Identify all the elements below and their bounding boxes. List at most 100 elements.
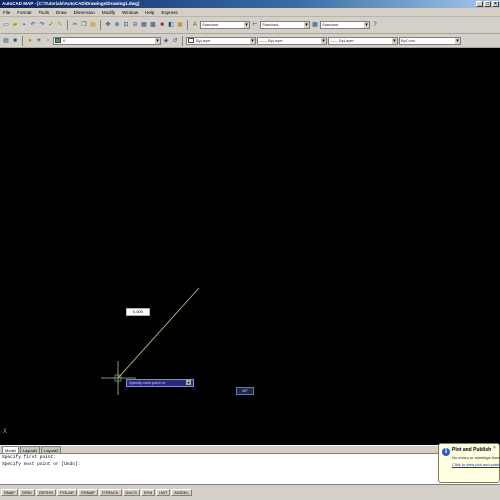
redo-icon[interactable]: ↷	[38, 21, 46, 29]
sun-icon[interactable]: ☀	[35, 37, 43, 45]
text-style-icon[interactable]: A	[191, 21, 199, 29]
zoom-previous-icon[interactable]: ⊖	[131, 21, 139, 29]
lineweight-value: ByLayer	[339, 37, 354, 43]
status-osnap-button[interactable]: OSNAP	[77, 489, 98, 496]
notification-link[interactable]: Click to view plot and publish	[452, 462, 500, 467]
menu-draw[interactable]: Draw	[56, 10, 67, 15]
minimize-button[interactable]: _	[476, 1, 483, 7]
dim-style-icon[interactable]: ⊢	[251, 21, 259, 29]
lineweight-line-icon: ——	[330, 37, 340, 43]
menu-file[interactable]: File	[3, 10, 10, 15]
text-style-dropdown[interactable]: Standard	[200, 21, 250, 29]
new-icon[interactable]: ▭	[2, 21, 10, 29]
status-bar: SNAP GRID ORTHO POLAR OSNAP OTRACK DUCS …	[0, 485, 500, 500]
window-title: AutoCAD MAP - [C:\Tutorials\AutoCAD\Draw…	[2, 1, 140, 6]
dynamic-prompt-arrow-icon[interactable]: ▾	[186, 380, 191, 385]
layers-properties-toolbar: ▤ ■ ● ☀ ▫ 0 ◈ ↺ ByLayer —— ByLayer —— By…	[0, 34, 500, 48]
linetype-line-icon: ——	[259, 37, 269, 43]
status-grid-button[interactable]: GRID	[18, 489, 35, 496]
toolbar-separator	[187, 20, 188, 30]
design-center-icon[interactable]: ▩	[149, 21, 157, 29]
tool-palettes-icon[interactable]: ■	[158, 21, 166, 29]
info-icon: i	[442, 448, 450, 456]
layout-tabs: Model Layout1 Layout2	[0, 445, 500, 453]
status-lwt-button[interactable]: LWT	[156, 489, 171, 496]
toolbar-separator	[67, 20, 68, 30]
command-history-line: Specify first point:	[2, 455, 57, 460]
plot-publish-notification: i × Plot and Publish No errors or warnin…	[438, 443, 500, 483]
menu-bar: File Format Tools Draw Dimension Modify …	[0, 8, 500, 17]
copy-icon[interactable]: ❐	[80, 21, 88, 29]
status-ducs-button[interactable]: DUCS	[122, 489, 140, 496]
layer-value: 0	[63, 37, 66, 43]
tab-layout2[interactable]: Layout2	[41, 446, 62, 453]
pan-icon[interactable]: ✥	[104, 21, 112, 29]
lineweight-dropdown[interactable]: —— ByLayer	[328, 36, 398, 45]
layer-color-swatch	[55, 37, 61, 43]
color-dropdown[interactable]: ByLayer	[186, 36, 256, 45]
title-bar: AutoCAD MAP - [C:\Tutorials\AutoCAD\Draw…	[0, 0, 500, 8]
undo-icon[interactable]: ↶	[29, 21, 37, 29]
balloon-close-icon[interactable]: ×	[492, 446, 497, 451]
layer-manager-icon[interactable]: ▤	[2, 37, 10, 45]
plotstyle-dropdown[interactable]: ByColor	[399, 36, 461, 45]
notification-text: No errors or warnings found	[452, 455, 500, 460]
linetype-value: ByLayer	[268, 37, 283, 43]
dynamic-prompt-text: Specify next point or	[129, 380, 166, 385]
autocad-window: AutoCAD MAP - [C:\Tutorials\AutoCAD\Draw…	[0, 0, 500, 500]
tab-layout1[interactable]: Layout1	[19, 446, 41, 453]
dynamic-length-tooltip[interactable]: 0.000	[126, 308, 150, 316]
table-style-icon[interactable]: ▦	[311, 21, 319, 29]
dim-style-dropdown[interactable]: Standard	[260, 21, 310, 29]
menu-window[interactable]: Window	[122, 10, 138, 15]
toolbar-separator	[182, 35, 183, 46]
color-swatch	[188, 37, 194, 43]
status-otrack-button[interactable]: OTRACK	[98, 489, 122, 496]
status-snap-button[interactable]: SNAP	[1, 489, 18, 496]
layer-previous-icon[interactable]: ↺	[171, 37, 179, 45]
close-button[interactable]: ×	[492, 1, 499, 7]
save-icon[interactable]: ▪	[20, 21, 28, 29]
status-model-button[interactable]: MODEL	[171, 489, 192, 496]
markup-icon[interactable]: ◧	[167, 21, 175, 29]
standard-toolbar: ▭ ▰ ▪ ↶ ↷ ✓ ✎ ✂ ❐ ▤ ✥ ⊕ ⊡ ⊖ ▦ ▩ ■ ◧ ▣ A …	[0, 17, 500, 34]
menu-express[interactable]: Express	[161, 10, 177, 15]
notification-title: Plot and Publish	[452, 447, 492, 453]
toolbar-separator	[22, 35, 23, 46]
layer-dropdown[interactable]: 0	[53, 36, 161, 45]
toolbar-separator	[100, 20, 101, 30]
status-ortho-button[interactable]: ORTHO	[35, 489, 57, 496]
tab-model[interactable]: Model	[2, 446, 19, 453]
properties-icon[interactable]: ▦	[140, 21, 148, 29]
linetype-dropdown[interactable]: —— ByLayer	[257, 36, 327, 45]
open-icon[interactable]: ▰	[11, 21, 19, 29]
command-prompt[interactable]: Specify next point or [Undo]:	[0, 461, 500, 468]
cut-icon[interactable]: ✂	[71, 21, 79, 29]
help-icon[interactable]: ?	[371, 21, 379, 29]
layer-state-icon[interactable]: ■	[11, 37, 19, 45]
rubber-band-line	[117, 287, 200, 379]
make-current-icon[interactable]: ◈	[162, 37, 170, 45]
match-properties-icon[interactable]: ✓	[47, 21, 55, 29]
table-style-dropdown[interactable]: Standard	[320, 21, 370, 29]
menu-format[interactable]: Format	[17, 10, 31, 15]
paste-icon[interactable]: ▤	[89, 21, 97, 29]
status-dyn-button[interactable]: DYN	[140, 489, 156, 496]
brush-icon[interactable]: ✎	[56, 21, 64, 29]
window-controls: _ □ ×	[476, 1, 499, 7]
maximize-button[interactable]: □	[484, 1, 491, 7]
zoom-window-icon[interactable]: ⊡	[122, 21, 130, 29]
dynamic-angle-tooltip[interactable]: 45°	[236, 387, 254, 395]
menu-modify[interactable]: Modify	[102, 10, 115, 15]
menu-dimension[interactable]: Dimension	[74, 10, 95, 15]
status-polar-button[interactable]: POLAR	[57, 489, 77, 496]
lock-icon[interactable]: ▫	[44, 37, 52, 45]
command-line[interactable]: Specify first point: Specify next point …	[0, 453, 500, 485]
lightbulb-icon[interactable]: ●	[26, 37, 34, 45]
dynamic-input-prompt[interactable]: Specify next point or ▾	[126, 379, 194, 387]
menu-tools[interactable]: Tools	[39, 10, 50, 15]
zoom-realtime-icon[interactable]: ⊕	[113, 21, 121, 29]
drawing-area[interactable]: 0.000 Specify next point or ▾ 45° X	[0, 48, 500, 445]
menu-help[interactable]: Help	[145, 10, 154, 15]
calculator-icon[interactable]: ▣	[176, 21, 184, 29]
